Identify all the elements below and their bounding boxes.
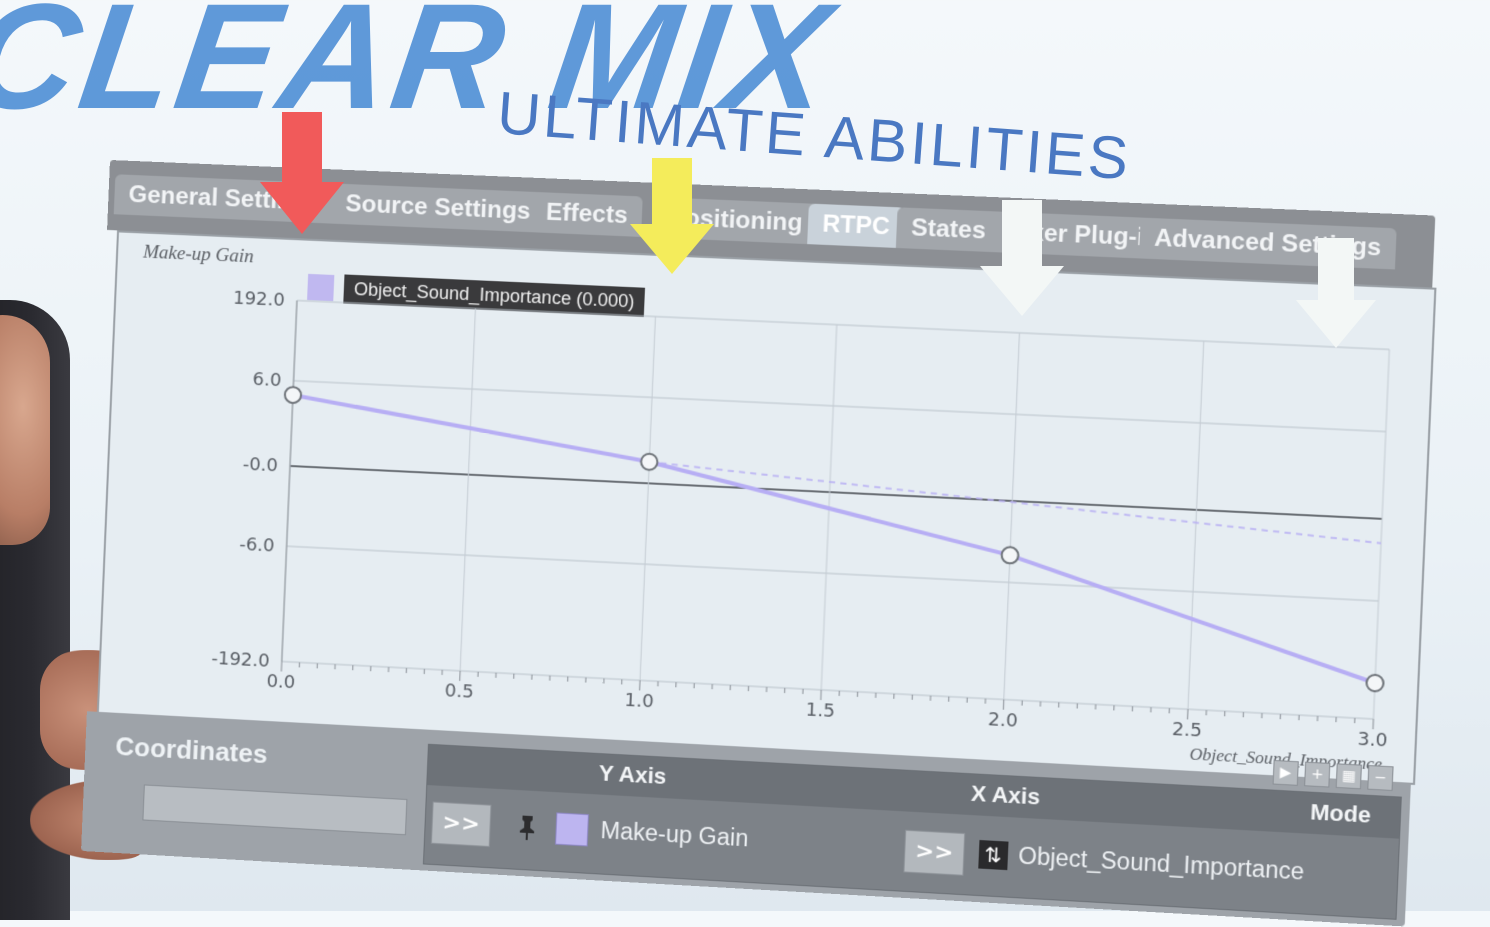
y-axis-line [282, 300, 297, 661]
yellow-arrow-icon [630, 158, 714, 274]
red-arrow-icon [260, 112, 344, 234]
curve-point[interactable] [1001, 547, 1018, 564]
arrow-right-icon[interactable]: ▶ [1273, 760, 1299, 786]
curve-point[interactable] [1366, 674, 1384, 691]
y-tick-label: -6.0 [239, 534, 275, 557]
grid-line-v [1188, 341, 1204, 709]
presenter-head [0, 315, 50, 545]
curve-line [283, 395, 1385, 683]
curve-point[interactable] [285, 387, 302, 404]
plus-icon[interactable]: + [1304, 762, 1330, 788]
x-tick-label: 3.0 [1357, 728, 1388, 751]
coordinates-label: Coordinates [115, 731, 268, 770]
grid-line-h [287, 546, 1379, 601]
x-tick-label: 0.0 [266, 671, 296, 694]
column-y-axis[interactable]: Y Axis [598, 760, 667, 790]
y-axis-value: Make-up Gain [600, 817, 749, 853]
x-tick-label: 2.0 [988, 709, 1019, 732]
x-tick-label: 1.5 [805, 699, 835, 722]
y-tick-label: -192.0 [211, 648, 270, 672]
pin-icon[interactable] [512, 812, 542, 842]
wwise-property-editor: General Settings Source Settings Effects… [81, 160, 1446, 925]
coordinates-field[interactable] [142, 784, 407, 835]
expand-y-button[interactable]: >> [431, 801, 492, 847]
grid-line-v [1004, 333, 1020, 700]
tab-rtpc[interactable]: RTPC [807, 204, 905, 249]
column-mode[interactable]: Mode [1310, 799, 1372, 829]
y-axis-color-swatch [555, 812, 589, 846]
panel-window-buttons: ▶ + ▦ − [1273, 760, 1394, 791]
grid-icon[interactable]: ▦ [1336, 763, 1362, 789]
grid-line-v [1373, 349, 1389, 719]
curve-point[interactable] [641, 453, 658, 470]
column-x-axis[interactable]: X Axis [971, 780, 1041, 810]
y-tick-label: 192.0 [233, 288, 286, 311]
rtpc-curve-chart[interactable]: 192.0 6.0 -0.0 -6.0 -192.00.0 0.5 1.0 1.5 2.0 2.5… [99, 232, 1434, 782]
tab-source-settings[interactable]: Source Settings [330, 183, 545, 232]
x-axis-value: Object_Sound_Importance [1018, 842, 1305, 886]
tab-effects[interactable]: Effects [531, 192, 643, 237]
rtpc-icon: ⇅ [978, 840, 1008, 870]
dashed-reference-line [647, 462, 1383, 543]
grid-line-h [297, 300, 1389, 349]
minus-icon[interactable]: − [1367, 765, 1393, 791]
y-tick-label: 6.0 [252, 369, 282, 391]
grid-line-v [640, 317, 655, 681]
x-tick-label: 2.5 [1172, 719, 1203, 742]
y-tick-label: -0.0 [242, 454, 278, 477]
rtpc-graph[interactable]: Make-up Gain Object_Sound_Importance (0.… [97, 230, 1437, 785]
x-tick-label: 1.0 [624, 690, 654, 713]
white-arrow-icon-2 [1296, 238, 1376, 348]
grid-line-v [460, 308, 475, 670]
white-arrow-icon [980, 200, 1064, 316]
x-tick-label: 0.5 [444, 680, 474, 703]
expand-x-button[interactable]: >> [903, 830, 965, 876]
